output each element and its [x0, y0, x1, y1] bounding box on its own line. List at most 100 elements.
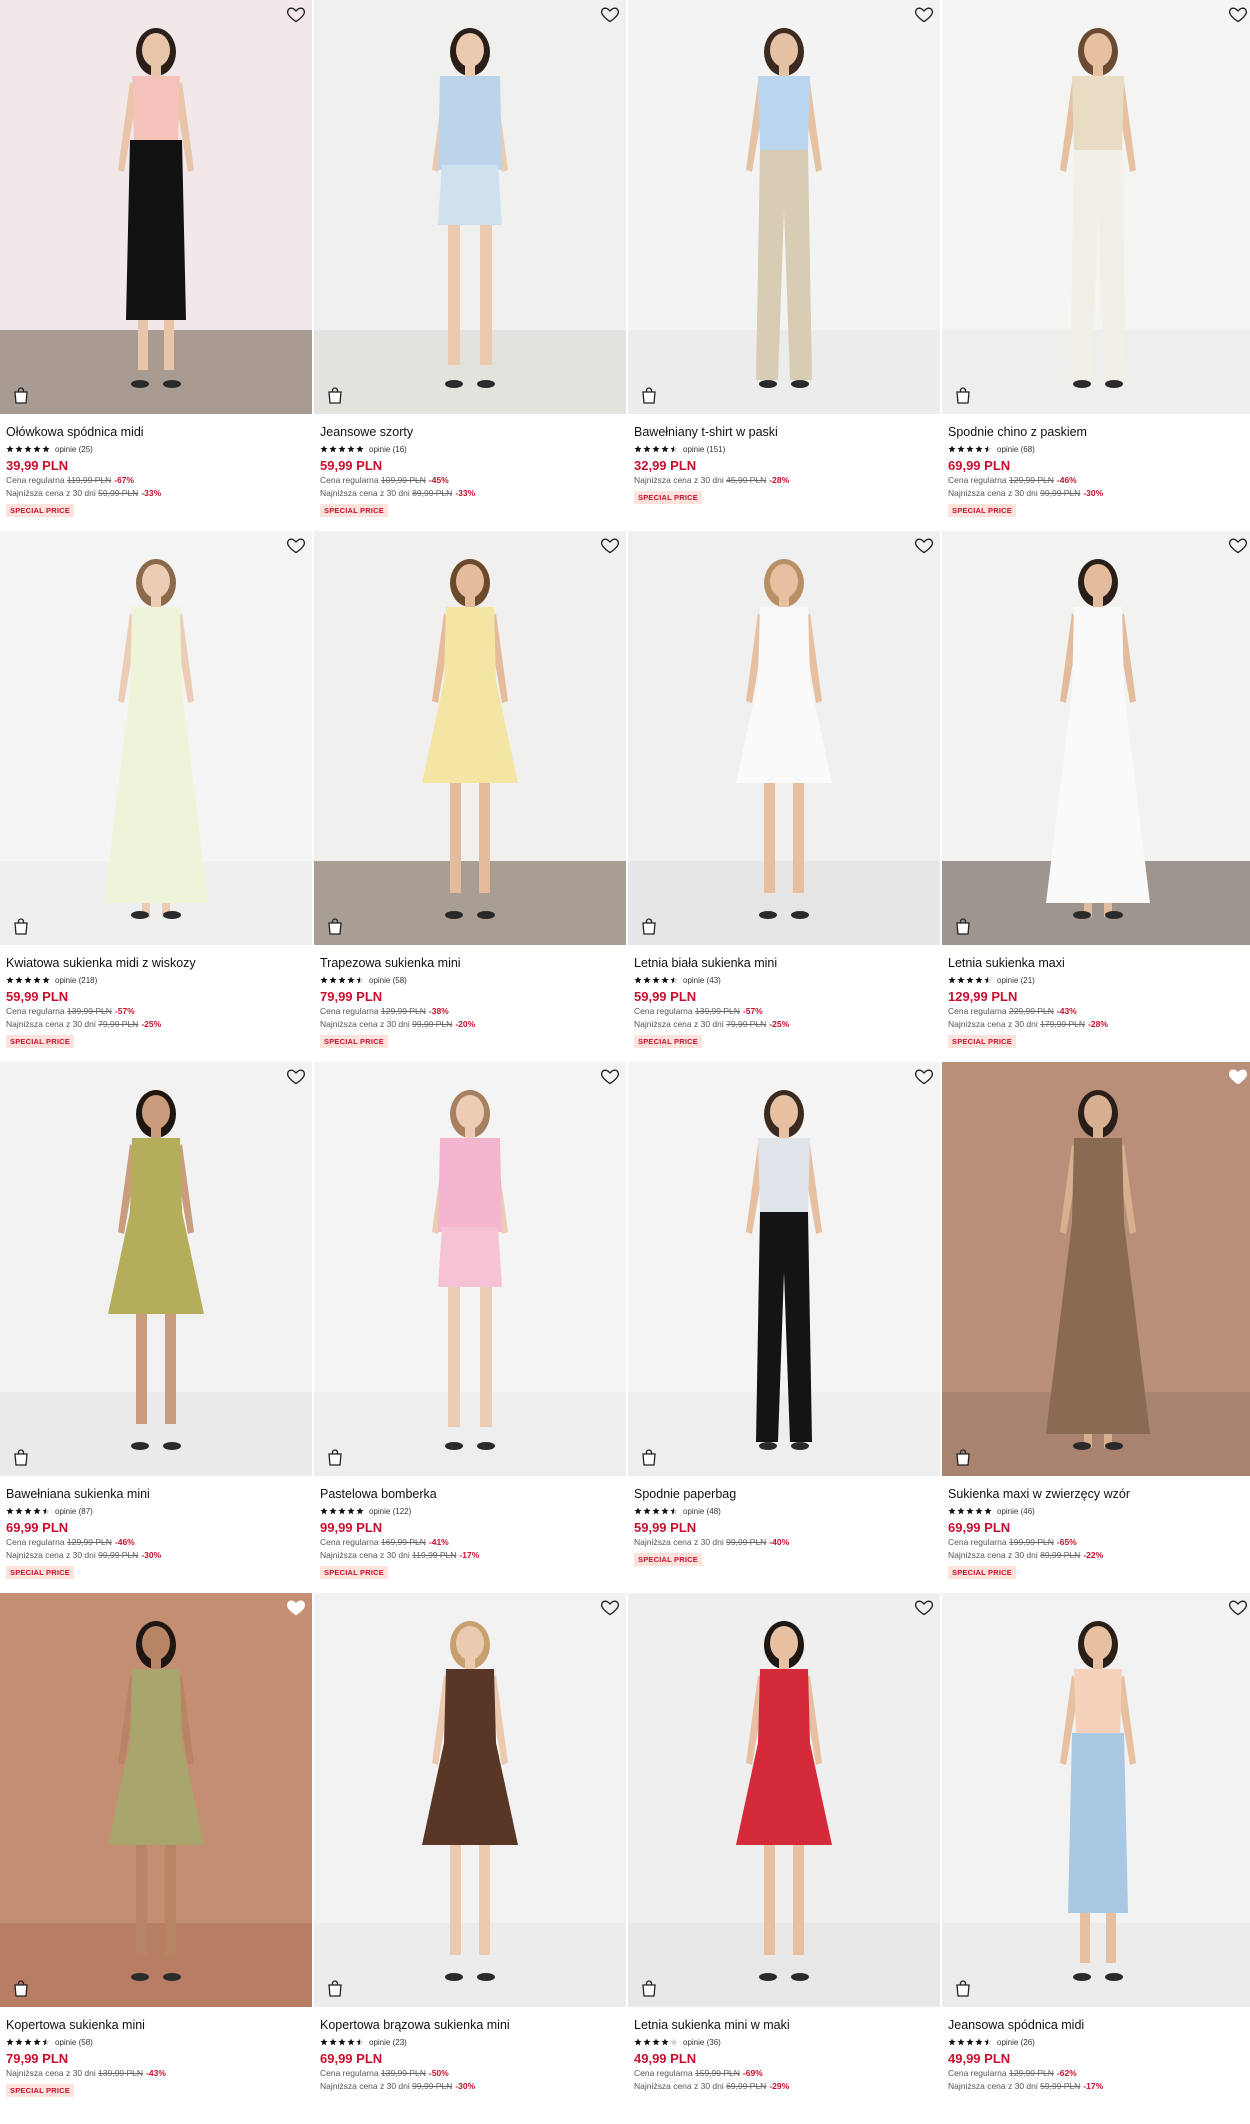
- product-name[interactable]: Bawełniana sukienka mini: [6, 1486, 306, 1502]
- heart-icon[interactable]: [1228, 535, 1248, 555]
- heart-icon[interactable]: [600, 4, 620, 24]
- product-name[interactable]: Trapezowa sukienka mini: [320, 955, 620, 971]
- heart-icon[interactable]: [914, 1597, 934, 1617]
- product-photo[interactable]: [314, 0, 626, 414]
- product-image[interactable]: [314, 1062, 626, 1476]
- product-name[interactable]: Kwiatowa sukienka midi z wiskozy: [6, 955, 306, 971]
- product-name[interactable]: Kopertowa sukienka mini: [6, 2017, 306, 2033]
- review-count[interactable]: opinie (58): [369, 976, 407, 985]
- shopping-bag-icon[interactable]: [13, 1448, 29, 1466]
- product-image[interactable]: [0, 1593, 312, 2007]
- product-name[interactable]: Sukienka maxi w zwierzęcy wzór: [948, 1486, 1248, 1502]
- product-card[interactable]: Bawełniana sukienka mini opinie (87) 69,…: [0, 1062, 312, 1593]
- review-count[interactable]: opinie (218): [55, 976, 97, 985]
- heart-icon[interactable]: [286, 1066, 306, 1086]
- product-image[interactable]: [0, 1062, 312, 1476]
- shopping-bag-icon[interactable]: [955, 917, 971, 935]
- product-photo[interactable]: [0, 1062, 312, 1476]
- product-card[interactable]: Spodnie chino z paskiem opinie (68) 69,9…: [942, 0, 1250, 531]
- product-name[interactable]: Kopertowa brązowa sukienka mini: [320, 2017, 620, 2033]
- product-image[interactable]: [0, 531, 312, 945]
- heart-icon[interactable]: [914, 535, 934, 555]
- product-name[interactable]: Spodnie chino z paskiem: [948, 424, 1248, 440]
- shopping-bag-icon[interactable]: [955, 1979, 971, 1997]
- product-card[interactable]: Sukienka maxi w zwierzęcy wzór opinie (4…: [942, 1062, 1250, 1593]
- product-photo[interactable]: [628, 0, 940, 414]
- shopping-bag-icon[interactable]: [327, 1979, 343, 1997]
- heart-icon[interactable]: [1228, 1597, 1248, 1617]
- shopping-bag-icon[interactable]: [13, 917, 29, 935]
- product-name[interactable]: Bawełniany t-shirt w paski: [634, 424, 934, 440]
- product-card[interactable]: Letnia biała sukienka mini opinie (43) 5…: [628, 531, 940, 1062]
- review-count[interactable]: opinie (36): [683, 2038, 721, 2047]
- product-photo[interactable]: [628, 531, 940, 945]
- review-count[interactable]: opinie (48): [683, 1507, 721, 1516]
- review-count[interactable]: opinie (16): [369, 445, 407, 454]
- product-card[interactable]: Kwiatowa sukienka midi z wiskozy opinie …: [0, 531, 312, 1062]
- product-name[interactable]: Jeansowa spódnica midi: [948, 2017, 1248, 2033]
- product-name[interactable]: Letnia sukienka maxi: [948, 955, 1248, 971]
- product-name[interactable]: Letnia biała sukienka mini: [634, 955, 934, 971]
- review-count[interactable]: opinie (87): [55, 1507, 93, 1516]
- product-name[interactable]: Ołówkowa spódnica midi: [6, 424, 306, 440]
- product-image[interactable]: [628, 1062, 940, 1476]
- review-count[interactable]: opinie (151): [683, 445, 725, 454]
- shopping-bag-icon[interactable]: [13, 386, 29, 404]
- product-image[interactable]: [942, 531, 1250, 945]
- heart-icon[interactable]: [286, 1597, 306, 1617]
- review-count[interactable]: opinie (23): [369, 2038, 407, 2047]
- review-count[interactable]: opinie (26): [997, 2038, 1035, 2047]
- review-count[interactable]: opinie (122): [369, 1507, 411, 1516]
- heart-icon[interactable]: [600, 1066, 620, 1086]
- product-photo[interactable]: [628, 1062, 940, 1476]
- product-card[interactable]: Letnia sukienka mini w maki opinie (36) …: [628, 1593, 940, 2124]
- product-card[interactable]: Jeansowa spódnica midi opinie (26) 49,99…: [942, 1593, 1250, 2124]
- product-image[interactable]: [314, 531, 626, 945]
- product-photo[interactable]: [942, 1593, 1250, 2007]
- product-card[interactable]: Bawełniany t-shirt w paski opinie (151) …: [628, 0, 940, 531]
- product-name[interactable]: Letnia sukienka mini w maki: [634, 2017, 934, 2033]
- review-count[interactable]: opinie (25): [55, 445, 93, 454]
- product-name[interactable]: Spodnie paperbag: [634, 1486, 934, 1502]
- heart-icon[interactable]: [914, 4, 934, 24]
- product-image[interactable]: [942, 0, 1250, 414]
- product-card[interactable]: Jeansowe szorty opinie (16) 59,99 PLN Ce…: [314, 0, 626, 531]
- product-image[interactable]: [942, 1062, 1250, 1476]
- review-count[interactable]: opinie (43): [683, 976, 721, 985]
- product-name[interactable]: Jeansowe szorty: [320, 424, 620, 440]
- shopping-bag-icon[interactable]: [955, 1448, 971, 1466]
- shopping-bag-icon[interactable]: [955, 386, 971, 404]
- product-card[interactable]: Pastelowa bomberka opinie (122) 99,99 PL…: [314, 1062, 626, 1593]
- product-card[interactable]: Letnia sukienka maxi opinie (21) 129,99 …: [942, 531, 1250, 1062]
- product-image[interactable]: [628, 531, 940, 945]
- product-photo[interactable]: [0, 0, 312, 414]
- product-photo[interactable]: [0, 1593, 312, 2007]
- product-image[interactable]: [0, 0, 312, 414]
- product-image[interactable]: [314, 0, 626, 414]
- heart-icon[interactable]: [286, 4, 306, 24]
- product-photo[interactable]: [942, 531, 1250, 945]
- shopping-bag-icon[interactable]: [327, 917, 343, 935]
- shopping-bag-icon[interactable]: [327, 1448, 343, 1466]
- product-card[interactable]: Kopertowa sukienka mini opinie (58) 79,9…: [0, 1593, 312, 2124]
- product-image[interactable]: [628, 1593, 940, 2007]
- product-image[interactable]: [314, 1593, 626, 2007]
- shopping-bag-icon[interactable]: [641, 1979, 657, 1997]
- product-photo[interactable]: [314, 1593, 626, 2007]
- product-photo[interactable]: [314, 531, 626, 945]
- product-photo[interactable]: [942, 0, 1250, 414]
- product-card[interactable]: Spodnie paperbag opinie (48) 59,99 PLN N…: [628, 1062, 940, 1593]
- shopping-bag-icon[interactable]: [641, 917, 657, 935]
- review-count[interactable]: opinie (21): [997, 976, 1035, 985]
- product-photo[interactable]: [314, 1062, 626, 1476]
- shopping-bag-icon[interactable]: [327, 386, 343, 404]
- shopping-bag-icon[interactable]: [13, 1979, 29, 1997]
- product-name[interactable]: Pastelowa bomberka: [320, 1486, 620, 1502]
- heart-icon[interactable]: [1228, 1066, 1248, 1086]
- product-card[interactable]: Ołówkowa spódnica midi opinie (25) 39,99…: [0, 0, 312, 531]
- heart-icon[interactable]: [1228, 4, 1248, 24]
- review-count[interactable]: opinie (46): [997, 1507, 1035, 1516]
- product-image[interactable]: [942, 1593, 1250, 2007]
- heart-icon[interactable]: [600, 535, 620, 555]
- shopping-bag-icon[interactable]: [641, 1448, 657, 1466]
